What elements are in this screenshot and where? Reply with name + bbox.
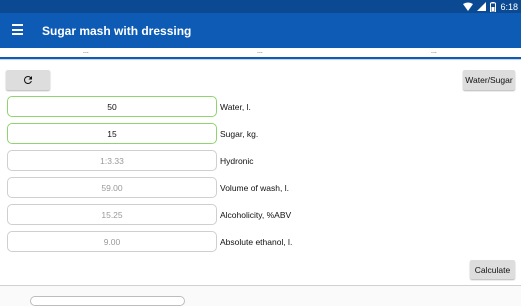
ethanol-field: 9.00 — [7, 231, 217, 252]
tab-2[interactable]: ... — [257, 48, 263, 56]
hydronic-field: 1:3.33 — [7, 150, 217, 171]
calculate-button[interactable]: Calculate — [470, 260, 515, 279]
tab-indicator — [0, 57, 521, 59]
app-bar: Sugar mash with dressing — [0, 13, 521, 48]
water-label: Water, l. — [220, 102, 251, 112]
tab-1[interactable]: ... — [83, 48, 89, 56]
calculator-card: Water/Sugar 50 Water, l. 15 Sugar, kg. 1… — [0, 61, 521, 286]
wifi-icon — [463, 2, 474, 11]
volume-label: Volume of wash, l. — [220, 183, 289, 193]
alcoholicity-field: 15.25 — [7, 204, 217, 225]
alcoholicity-label: Alcoholicity, %ABV — [220, 210, 292, 220]
status-bar: 6:18 — [0, 0, 521, 13]
bottom-input[interactable] — [30, 296, 185, 306]
refresh-icon — [23, 75, 32, 84]
water-sugar-button[interactable]: Water/Sugar — [463, 70, 515, 90]
hydronic-label: Hydronic — [220, 156, 254, 166]
sugar-label: Sugar, kg. — [220, 129, 259, 139]
page-title: Sugar mash with dressing — [42, 24, 192, 38]
tab-3[interactable]: ... — [431, 48, 437, 56]
tab-strip: ... ... ... — [0, 48, 521, 60]
sugar-input[interactable]: 15 — [7, 123, 217, 144]
volume-field: 59.00 — [7, 177, 217, 198]
ethanol-label: Absolute ethanol, l. — [220, 237, 293, 247]
hamburger-menu-icon[interactable] — [12, 24, 24, 36]
status-icons: 6:18 — [463, 1, 518, 12]
signal-icon — [477, 2, 487, 11]
water-input[interactable]: 50 — [7, 96, 217, 117]
battery-icon — [490, 1, 497, 12]
clock: 6:18 — [500, 1, 518, 12]
refresh-button[interactable] — [6, 70, 50, 90]
